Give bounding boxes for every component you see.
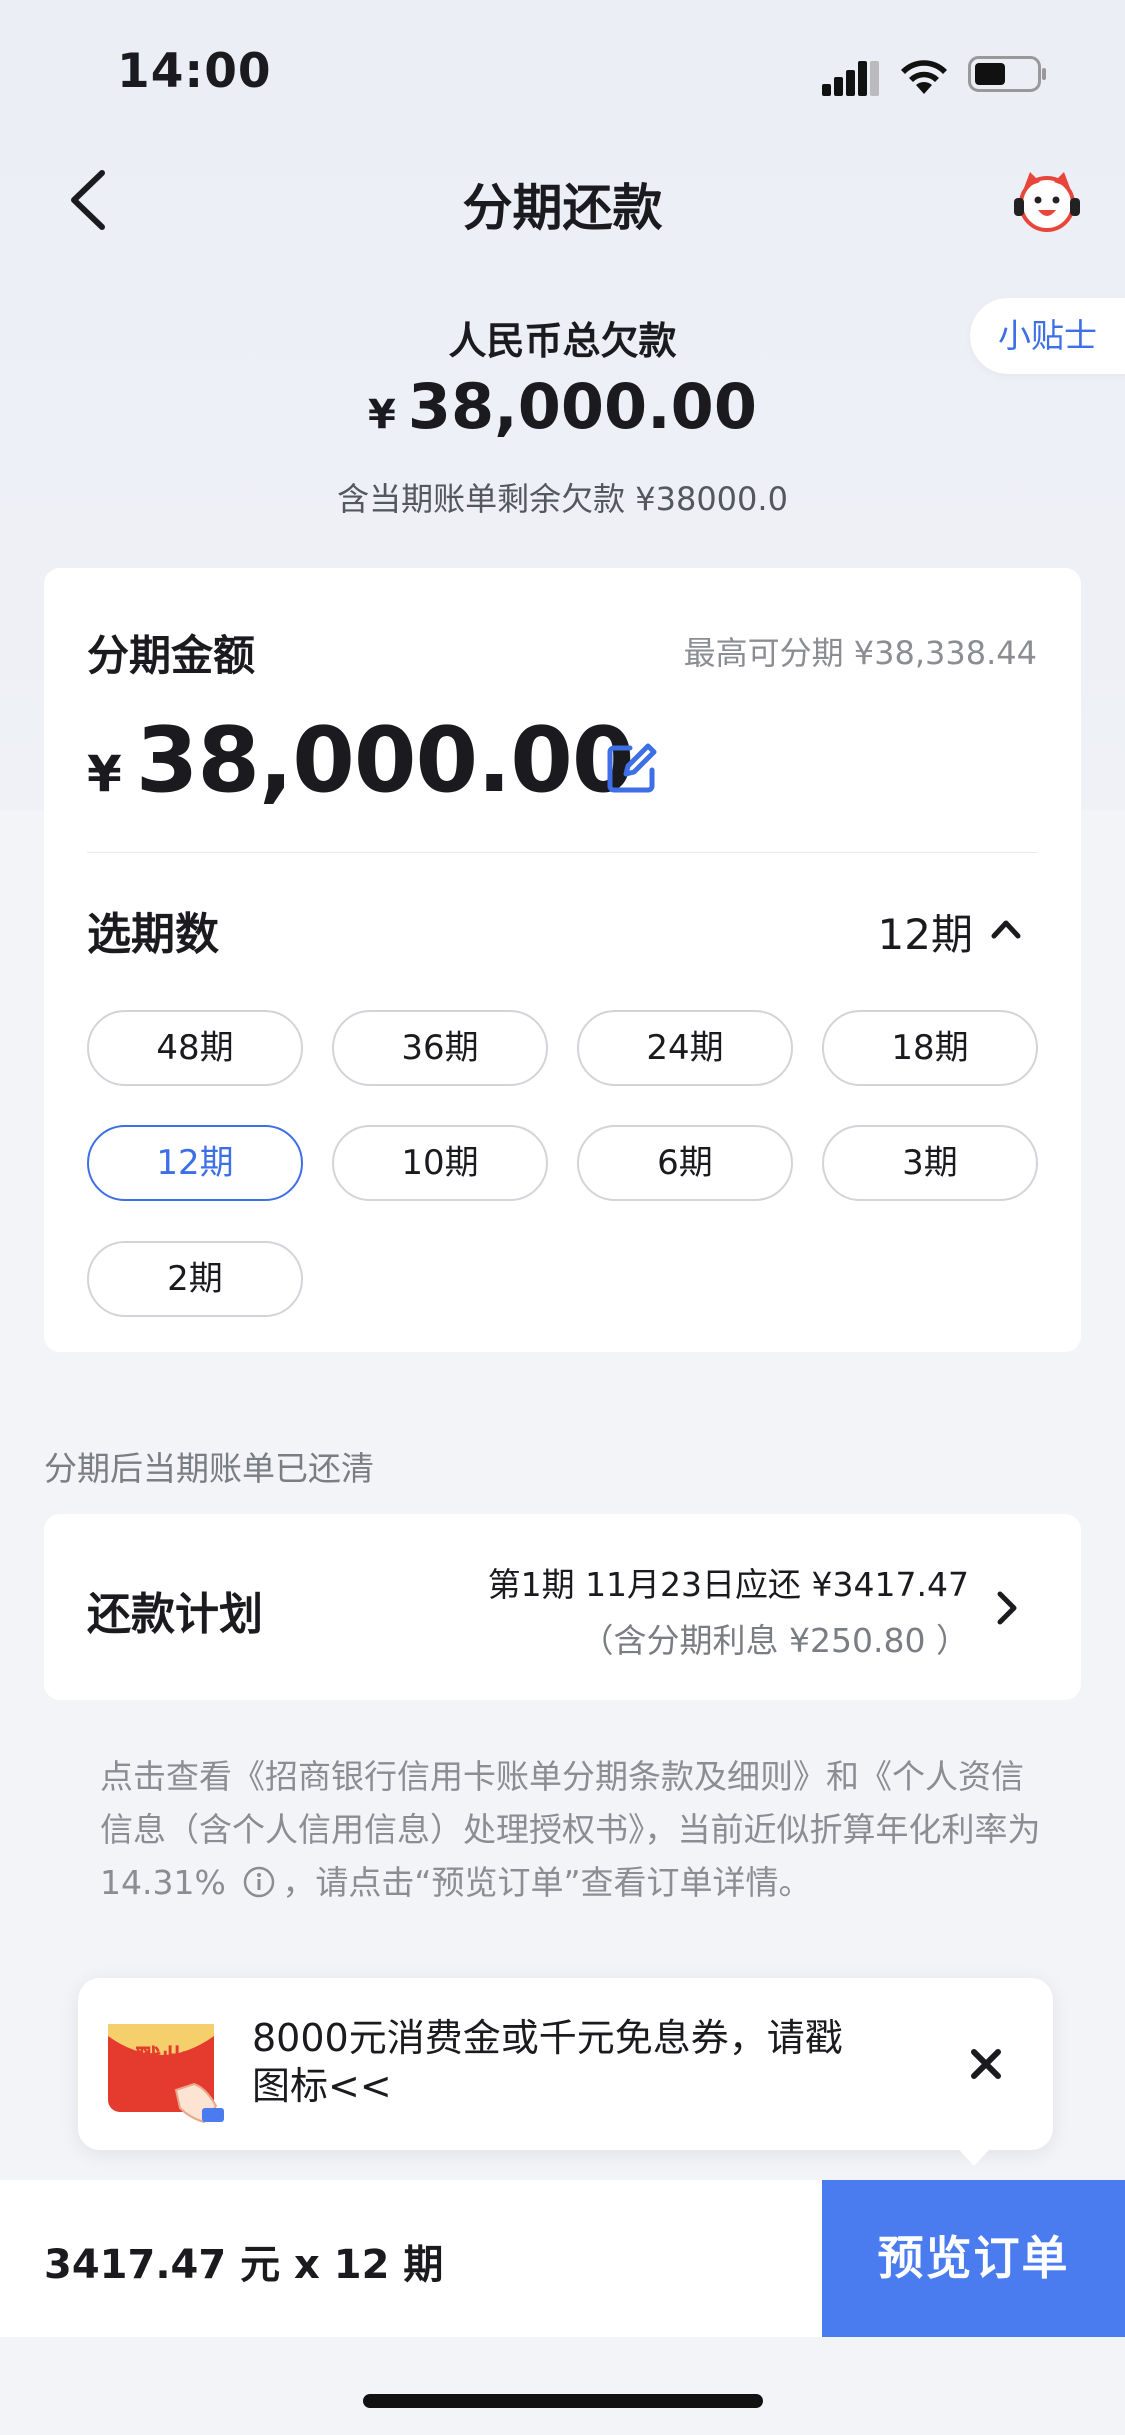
page-title: 分期还款 — [462, 179, 663, 237]
promo-popup-pointer — [950, 2140, 998, 2166]
terms-text-part2: ，请点击“预览订单”查看订单详情。 — [282, 1863, 812, 1902]
tips-button[interactable]: 小贴士 — [970, 298, 1125, 374]
period-option-48[interactable]: 48期 — [87, 1010, 303, 1086]
terms-text[interactable]: 点击查看《招商银行信用卡账单分期条款及细则》和《个人资信信息（含个人信用信息）处… — [100, 1750, 1045, 1909]
repayment-plan-row[interactable]: 还款计划 第1期 11月23日应还 ¥3417.47 （含分期利息 ¥250.8… — [44, 1514, 1081, 1700]
period-option-2[interactable]: 2期 — [87, 1241, 303, 1317]
bottom-bar: 3417.47 元 x 12 期 预览订单 — [0, 2180, 1125, 2337]
period-option-12[interactable]: 12期 — [87, 1125, 303, 1201]
first-payment-text: 第1期 11月23日应还 ¥3417.47 — [487, 1565, 969, 1604]
selected-period[interactable]: 12期 — [878, 901, 973, 962]
divider — [87, 852, 1038, 853]
red-envelope-icon[interactable]: 戳此 — [104, 2014, 228, 2126]
wifi-icon — [901, 60, 947, 94]
period-option-24[interactable]: 24期 — [577, 1010, 793, 1086]
cellular-signal-icon — [822, 61, 879, 96]
status-bar: 14:00 — [0, 0, 1125, 140]
max-installment-text: 最高可分期 ¥38,338.44 — [683, 634, 1037, 672]
period-option-10[interactable]: 10期 — [332, 1125, 548, 1201]
installment-card: 分期金额 最高可分期 ¥38,338.44 ¥ 38,000.00 选期数 12… — [44, 568, 1081, 1352]
period-option-18[interactable]: 18期 — [822, 1010, 1038, 1086]
customer-service-mascot-icon[interactable] — [1012, 168, 1082, 234]
home-indicator[interactable] — [363, 2394, 763, 2408]
close-icon[interactable] — [966, 2044, 1006, 2084]
bill-cleared-note: 分期后当期账单已还清 — [44, 1449, 374, 1488]
edit-icon[interactable] — [604, 740, 660, 796]
battery-icon — [968, 56, 1046, 92]
currency-symbol: ¥ — [87, 745, 122, 803]
preview-order-button[interactable]: 预览订单 — [822, 2180, 1125, 2337]
repayment-plan-label: 还款计划 — [87, 1589, 263, 1640]
interest-text: （含分期利息 ¥250.80 ） — [580, 1621, 969, 1660]
chevron-up-icon[interactable] — [989, 912, 1023, 946]
promo-text: 8000元消费金或千元免息券，请戳图标<< — [252, 2016, 843, 2108]
installment-amount[interactable]: ¥ 38,000.00 — [87, 708, 635, 813]
total-debt-amount: ¥38,000.00 — [0, 370, 1125, 443]
status-time: 14:00 — [117, 44, 272, 99]
total-debt-value: 38,000.00 — [407, 370, 757, 443]
period-option-3[interactable]: 3期 — [822, 1125, 1038, 1201]
info-icon[interactable] — [242, 1865, 276, 1899]
payment-summary: 3417.47 元 x 12 期 — [44, 2242, 444, 2288]
current-bill-remaining: 含当期账单剩余欠款 ¥38000.0 — [337, 480, 788, 518]
currency-symbol: ¥ — [368, 392, 396, 438]
promo-popup[interactable]: 戳此 8000元消费金或千元免息券，请戳图标<< — [78, 1978, 1053, 2150]
installment-amount-value: 38,000.00 — [135, 708, 635, 813]
installment-amount-label: 分期金额 — [87, 631, 256, 680]
period-option-36[interactable]: 36期 — [332, 1010, 548, 1086]
chevron-right-icon — [997, 1591, 1017, 1625]
total-debt-label: 人民币总欠款 — [448, 319, 677, 363]
period-option-6[interactable]: 6期 — [577, 1125, 793, 1201]
period-select-label: 选期数 — [87, 909, 219, 960]
promo-icon-text: 戳此 — [135, 2045, 187, 2075]
